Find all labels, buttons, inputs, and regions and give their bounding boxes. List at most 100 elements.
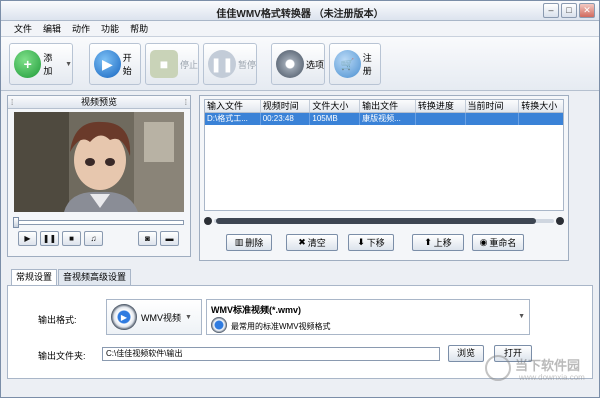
- clear-button[interactable]: ✖ 清空: [286, 234, 338, 251]
- table-cell: 00:23:48: [261, 113, 311, 125]
- play-button[interactable]: ▶: [18, 231, 37, 246]
- table-row[interactable]: D:\格式工... 00:23:48 105MB 康版视频...: [205, 113, 563, 125]
- move-down-label: 下移: [366, 238, 385, 248]
- window-title: 佳佳WMV格式转换器 （未注册版本）: [216, 9, 384, 20]
- format-description[interactable]: WMV标准视频(*.wmv) 最常用的标准WMV视频格式 ▼: [206, 299, 530, 335]
- preview-title: 视频预览: [80, 97, 117, 107]
- column-header[interactable]: 转换大小: [519, 100, 563, 112]
- browse-button[interactable]: 浏览: [448, 345, 484, 362]
- camera-icon[interactable]: ◙: [138, 231, 157, 246]
- start-label: 开始: [122, 53, 132, 76]
- options-button[interactable]: 选项: [271, 43, 325, 85]
- preview-panel: ⁞ 视频预览 ⁞ ▶ ❚❚ ■ ♫ ◙ ▬: [7, 95, 191, 257]
- menu-help[interactable]: 帮助: [130, 21, 148, 36]
- menu-bar: 文件 编辑 动作 功能 帮助: [1, 21, 599, 37]
- arrow-down-icon: ⬇: [357, 237, 365, 247]
- stop-label: 停止: [179, 59, 198, 70]
- watermark-url: www.downxia.com: [519, 373, 585, 382]
- grip-icon: ⁞: [11, 98, 14, 107]
- move-up-label: 上移: [433, 238, 452, 248]
- column-header[interactable]: 文件大小: [310, 100, 361, 112]
- add-label: 添加: [43, 53, 53, 76]
- horizontal-scrollbar[interactable]: [204, 217, 564, 225]
- move-down-button[interactable]: ⬇ 下移: [348, 234, 394, 251]
- minimize-button[interactable]: –: [543, 3, 559, 18]
- chevron-down-icon[interactable]: ▼: [65, 61, 72, 68]
- table-cell: [416, 113, 466, 125]
- format-selector[interactable]: ▶ WMV视频 ▼: [106, 299, 202, 335]
- watermark-name: 当下软件园: [515, 358, 581, 373]
- scroll-thumb[interactable]: [216, 218, 536, 224]
- plus-icon: +: [14, 50, 42, 78]
- cart-icon: 🛒: [334, 50, 361, 78]
- rename-icon: ◉: [479, 237, 488, 247]
- menu-function[interactable]: 功能: [101, 21, 119, 36]
- table-cell: [519, 113, 563, 125]
- clear-label: 清空: [307, 238, 326, 248]
- format-title: WMV标准视频(*.wmv): [211, 305, 302, 315]
- menu-action[interactable]: 动作: [72, 21, 90, 36]
- settings-tabs: 常规设置 音视频高级设置: [11, 269, 132, 286]
- format-disc-icon: [211, 317, 227, 333]
- stop-icon: ■: [150, 50, 178, 78]
- stop-button-small[interactable]: ■: [62, 231, 81, 246]
- start-button[interactable]: ▶ 开始: [89, 43, 141, 85]
- pause-icon: ❚❚: [208, 50, 236, 78]
- x-icon: ✖: [298, 237, 306, 247]
- pause-button[interactable]: ❚❚ 暂停: [203, 43, 257, 85]
- play-icon: ▶: [94, 50, 121, 78]
- column-header[interactable]: 当前时间: [466, 100, 520, 112]
- rename-label: 重命名: [489, 238, 517, 248]
- pause-label: 暂停: [237, 59, 256, 70]
- watermark-logo-icon: [485, 355, 511, 381]
- video-preview: [14, 112, 184, 212]
- column-header[interactable]: 输出文件: [360, 100, 416, 112]
- scroll-right-icon[interactable]: [556, 217, 564, 225]
- preview-title-bar: ⁞ 视频预览 ⁞: [8, 96, 190, 109]
- table-cell: D:\格式工...: [205, 113, 261, 125]
- pause-button-small[interactable]: ❚❚: [40, 231, 59, 246]
- file-list-panel: 输入文件 视频时间 文件大小 输出文件 转换进度 当前时间 转换大小 D:\格式…: [199, 95, 569, 261]
- register-label: 注册: [362, 53, 372, 76]
- headphones-icon[interactable]: ♫: [84, 231, 103, 246]
- options-label: 选项: [305, 59, 324, 70]
- tab-advanced-av-settings[interactable]: 音视频高级设置: [58, 269, 132, 285]
- column-header[interactable]: 转换进度: [416, 100, 466, 112]
- format-value: WMV视频: [141, 312, 181, 323]
- close-button[interactable]: ✕: [579, 3, 595, 18]
- gear-icon: [276, 50, 304, 78]
- chevron-down-icon[interactable]: ▼: [185, 314, 192, 321]
- playback-slider[interactable]: [13, 217, 184, 228]
- column-header[interactable]: 输入文件: [205, 100, 261, 112]
- stop-button[interactable]: ■ 停止: [145, 43, 199, 85]
- scroll-left-icon[interactable]: [204, 217, 212, 225]
- trash-icon: ▥: [234, 237, 244, 247]
- register-button[interactable]: 🛒 注册: [329, 43, 381, 85]
- add-button[interactable]: + 添加 ▼: [9, 43, 73, 85]
- file-table: 输入文件 视频时间 文件大小 输出文件 转换进度 当前时间 转换大小 D:\格式…: [204, 99, 564, 211]
- playback-controls: ▶ ❚❚ ■ ♫ ◙ ▬: [14, 231, 184, 247]
- video-frame-image: [14, 112, 184, 212]
- app-window: 佳佳WMV格式转换器 （未注册版本） – □ ✕ 文件 编辑 动作 功能 帮助 …: [0, 0, 600, 398]
- title-bar: 佳佳WMV格式转换器 （未注册版本） – □ ✕: [1, 1, 599, 21]
- table-cell: [466, 113, 520, 125]
- delete-label: 删除: [245, 238, 264, 248]
- format-desc: 最常用的标准WMV视频格式: [231, 322, 331, 331]
- move-up-button[interactable]: ⬆ 上移: [412, 234, 464, 251]
- menu-edit[interactable]: 编辑: [43, 21, 61, 36]
- maximize-button[interactable]: □: [561, 3, 577, 18]
- table-header: 输入文件 视频时间 文件大小 输出文件 转换进度 当前时间 转换大小: [205, 100, 563, 113]
- slider-handle[interactable]: [13, 217, 19, 228]
- toolbar: + 添加 ▼ ▶ 开始 ■ 停止 ❚❚ 暂停 选项 🛒 注册: [1, 37, 599, 91]
- grip-icon: ⁞: [184, 98, 187, 107]
- column-header[interactable]: 视频时间: [261, 100, 311, 112]
- tab-general-settings[interactable]: 常规设置: [11, 269, 58, 286]
- chevron-down-icon[interactable]: ▼: [518, 313, 525, 320]
- delete-button[interactable]: ▥ 删除: [226, 234, 272, 251]
- output-format-label: 输出格式:: [38, 315, 77, 325]
- table-cell: 康版视频...: [360, 113, 416, 125]
- folder-icon[interactable]: ▬: [160, 231, 179, 246]
- rename-button[interactable]: ◉ 重命名: [472, 234, 524, 251]
- output-folder-field[interactable]: C:\佳佳视频软件\输出: [102, 347, 440, 361]
- menu-file[interactable]: 文件: [14, 21, 32, 36]
